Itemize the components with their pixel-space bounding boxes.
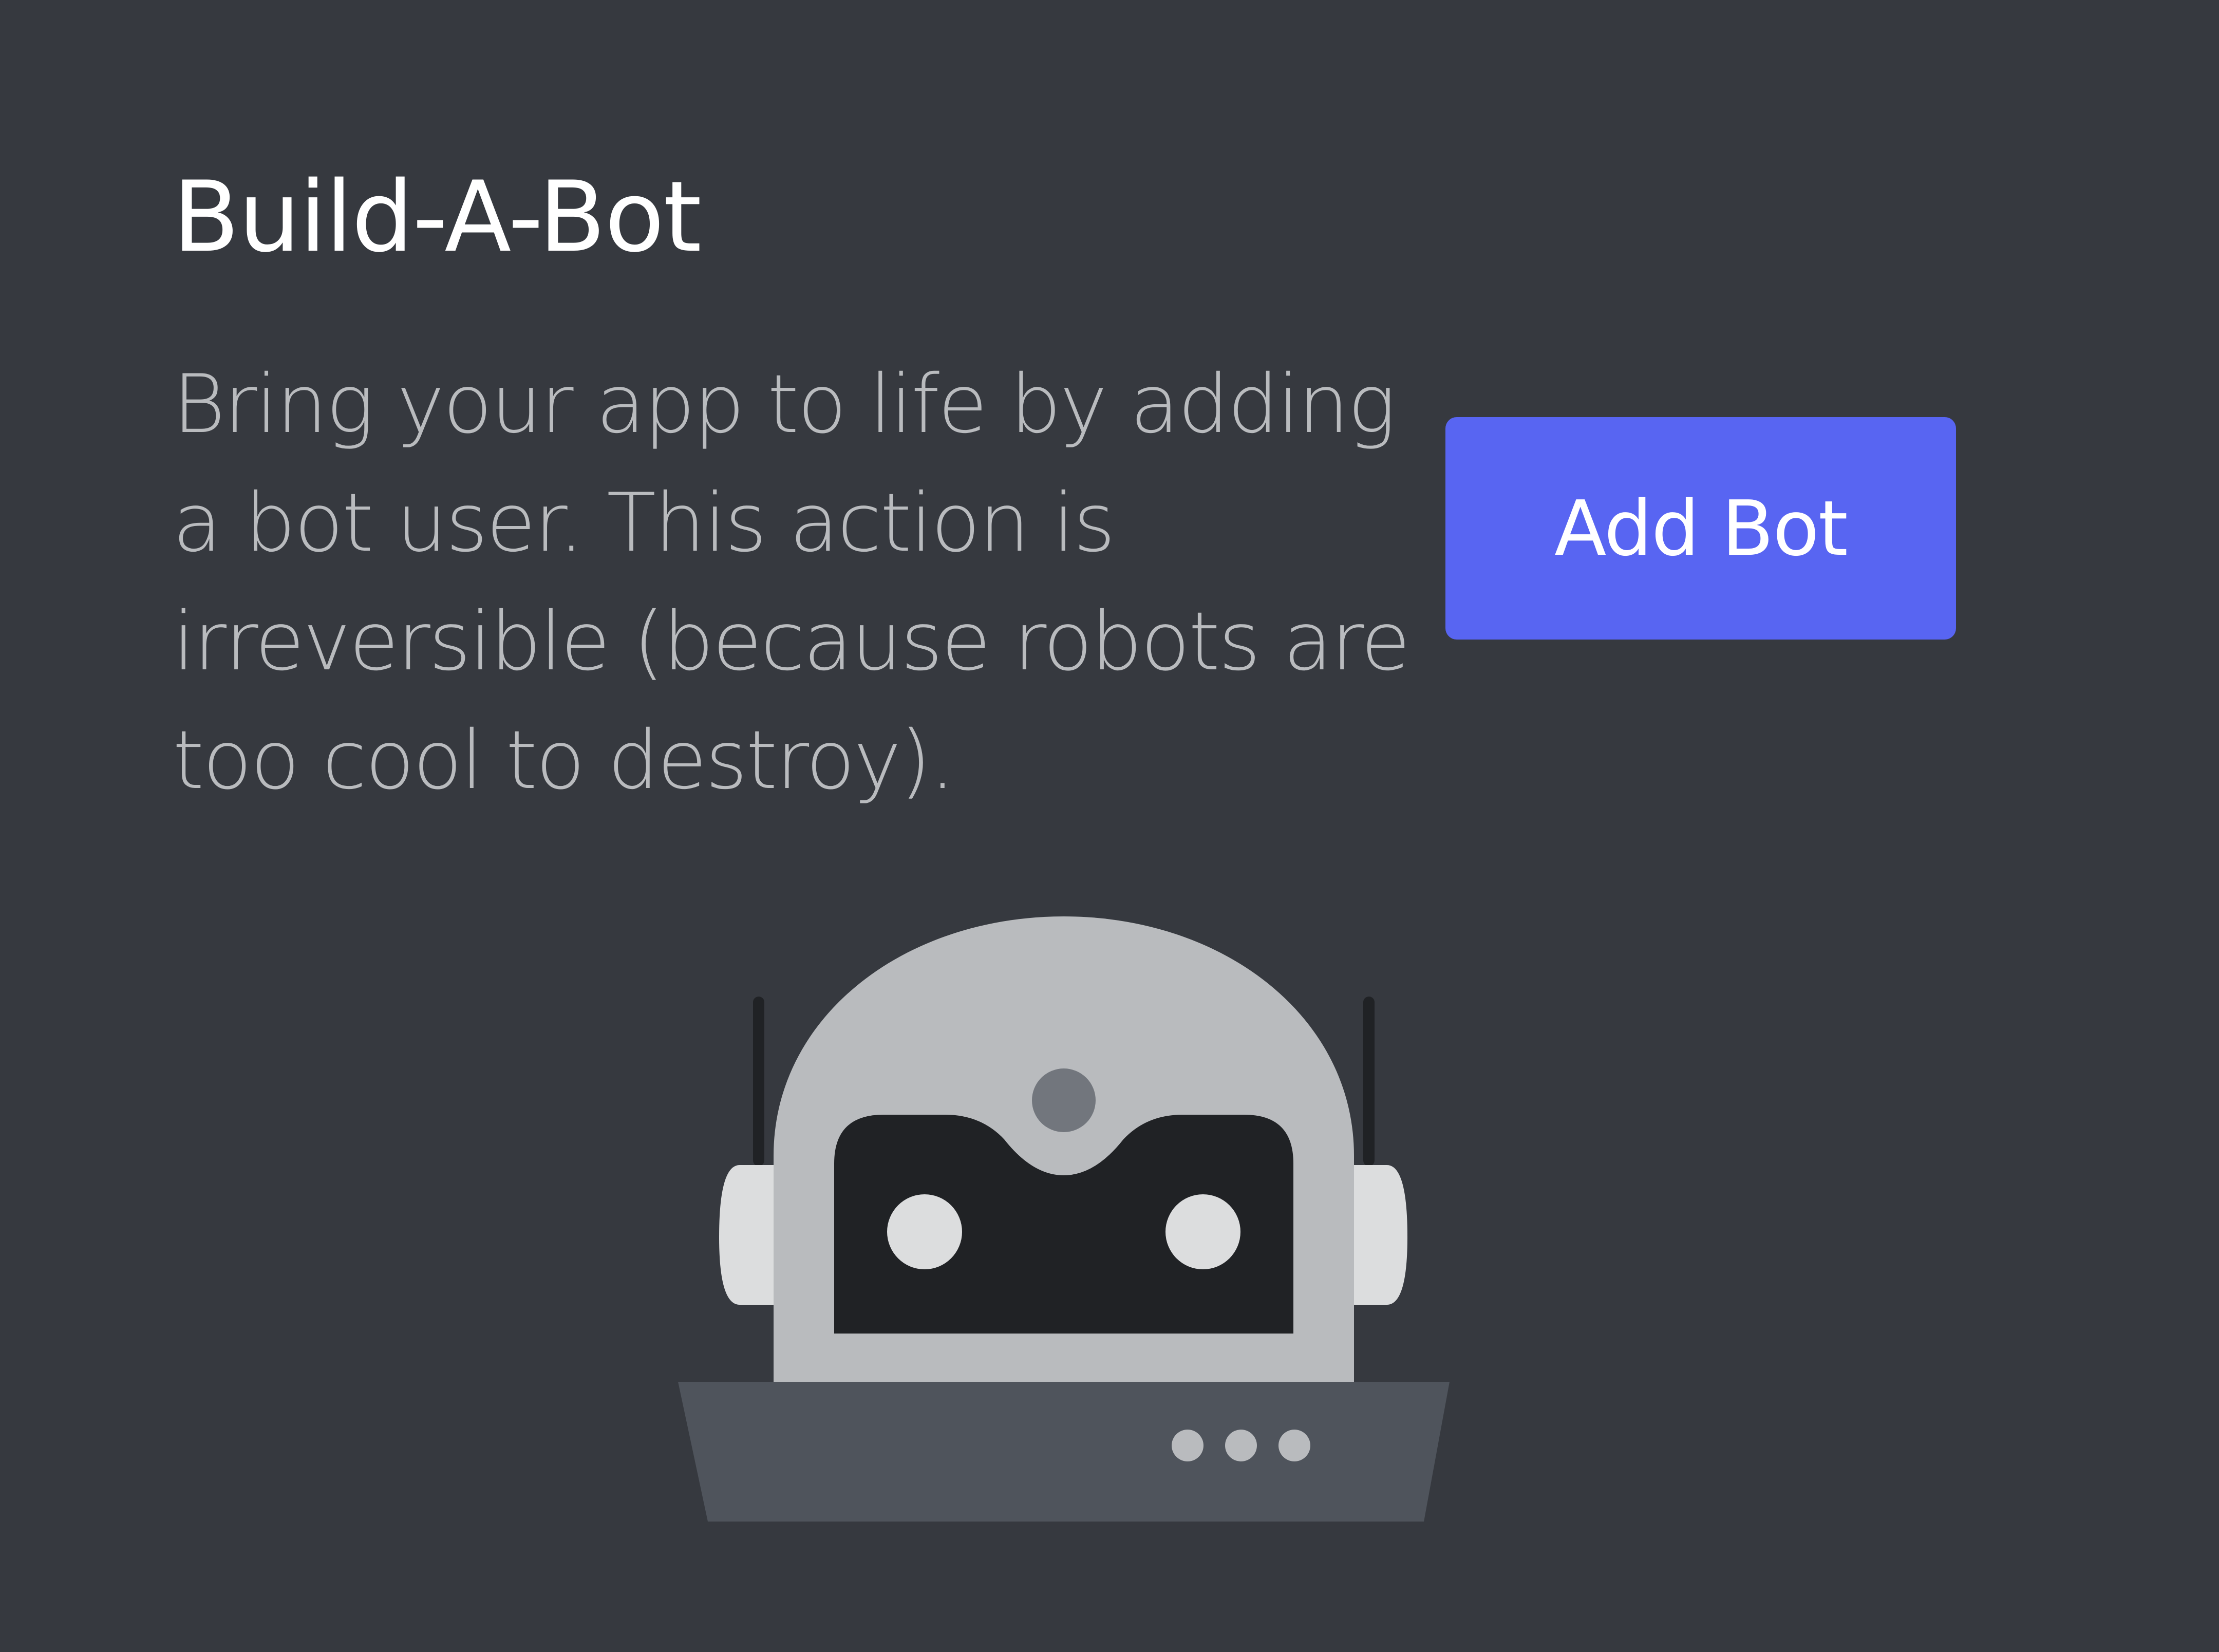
right-ear <box>1346 1165 1407 1305</box>
build-a-bot-section: Build-A-Bot Bring your app to life by ad… <box>0 0 2219 1652</box>
left-antenna <box>753 997 764 1166</box>
status-dot <box>1172 1430 1203 1461</box>
robot-base <box>678 1382 1450 1522</box>
left-eye <box>887 1194 962 1269</box>
robot-illustration <box>678 916 1450 1522</box>
left-ear <box>719 1165 781 1305</box>
right-eye <box>1165 1194 1240 1269</box>
right-antenna <box>1363 997 1375 1166</box>
status-dot <box>1225 1430 1257 1461</box>
status-dot <box>1278 1430 1310 1461</box>
forehead-light <box>1032 1068 1096 1132</box>
